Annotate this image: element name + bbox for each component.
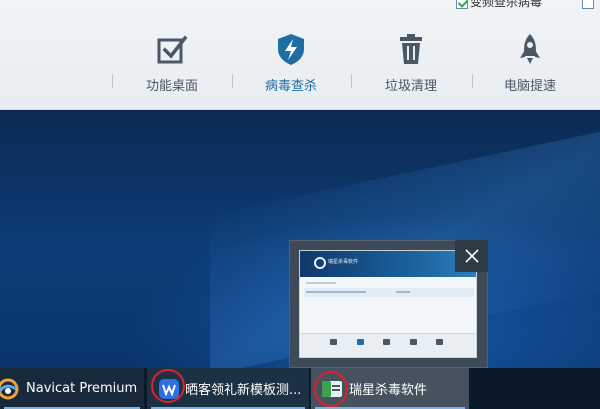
thumb-checkbox-icon — [330, 339, 337, 345]
navicat-icon — [0, 378, 19, 399]
separator — [112, 74, 113, 88]
thumb-text-line — [306, 282, 336, 284]
windows-taskbar: Navicat Premium 晒客领礼新模板测... 瑞星杀毒软件 — [0, 368, 600, 409]
app-toolbar-panel: 变频查杀病毒 功能桌面 病毒查杀 垃圾清理 电脑提速 — [0, 0, 600, 110]
thumb-rocket-icon — [410, 339, 417, 345]
thumb-box-icon — [436, 339, 443, 345]
annotation-circle — [314, 371, 348, 407]
tool-function-desktop[interactable]: 功能桌面 — [122, 28, 222, 98]
annotation-circle — [151, 369, 185, 403]
separator — [232, 74, 233, 88]
trash-icon — [400, 34, 422, 64]
option-checkbox[interactable] — [582, 0, 594, 9]
thumb-trash-icon — [383, 339, 390, 345]
rocket-icon — [520, 34, 540, 64]
shield-bolt-icon — [278, 34, 304, 65]
checkbox-icon — [157, 35, 188, 64]
thumb-text-line — [306, 291, 366, 293]
scan-option-checkbox[interactable] — [456, 0, 468, 9]
close-glyph-icon — [464, 249, 479, 263]
tool-label: 功能桌面 — [145, 79, 198, 94]
tool-virus-scan[interactable]: 病毒查杀 — [241, 28, 341, 98]
thumb-text-line — [396, 291, 410, 293]
taskbar-item-label: 瑞星杀毒软件 — [349, 383, 428, 398]
preview-window-thumbnail[interactable]: 瑞星杀毒软件 — [299, 250, 477, 358]
taskbar-item-navicat[interactable]: Navicat Premium — [0, 368, 144, 409]
thumb-header — [300, 251, 476, 277]
thumb-toolbar — [300, 333, 476, 357]
close-icon[interactable] — [455, 240, 488, 272]
tool-label: 电脑提速 — [503, 79, 556, 94]
taskbar-item-label: 晒客领礼新模板测... — [185, 383, 302, 398]
tool-label: 垃圾清理 — [384, 79, 437, 94]
tool-label: 病毒查杀 — [264, 79, 317, 94]
thumb-app-title: 瑞星杀毒软件 — [328, 259, 359, 265]
tool-pc-speedup[interactable]: 电脑提速 — [480, 28, 580, 98]
taskbar-item-label: Navicat Premium — [26, 381, 138, 396]
thumb-shield-icon — [357, 339, 364, 345]
separator — [351, 74, 352, 88]
scan-option-label: 变频查杀病毒 — [470, 0, 543, 9]
tool-junk-cleanup[interactable]: 垃圾清理 — [361, 28, 461, 98]
separator — [472, 74, 473, 88]
rising-logo-icon — [314, 257, 326, 269]
